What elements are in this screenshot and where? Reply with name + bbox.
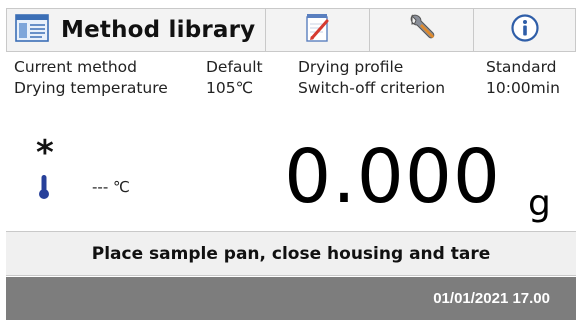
edit-method-button[interactable] [265,9,369,51]
drying-temperature-value: 105℃ [206,79,253,97]
instruction-text: Place sample pan, close housing and tare [91,243,491,264]
info-button[interactable] [473,9,575,51]
drying-profile-value: Standard [486,58,557,76]
header-bar: Method library [6,8,576,52]
wrench-icon [406,12,438,48]
info-row-2: Drying temperature 105℃ Switch-off crite… [14,79,574,100]
notepad-edit-icon [305,13,331,47]
switch-off-criterion-value: 10:00min [486,79,560,97]
method-library-icon [15,14,49,46]
method-info-panel: Current method Default Drying profile St… [14,58,574,100]
drying-profile-label: Drying profile [298,58,404,76]
status-bar: 01/01/2021 17.00 [6,277,576,320]
stability-indicator: * [36,133,54,173]
settings-button[interactable] [369,9,473,51]
current-method-label: Current method [14,58,138,76]
page-title: Method library [61,17,256,43]
date-time: 01/01/2021 17.00 [433,290,550,307]
current-method-value: Default [206,58,263,76]
balance-screen: Method library Current method Default Dr… [0,0,583,326]
switch-off-criterion-label: Switch-off criterion [298,79,446,97]
instruction-bar: Place sample pan, close housing and tare [6,231,576,276]
info-icon [510,13,540,47]
thermometer-icon [38,174,50,204]
title-area: Method library [7,9,265,51]
info-row-1: Current method Default Drying profile St… [14,58,574,79]
weight-display: 0.000 [284,134,501,220]
temperature-reading: --- ℃ [92,178,130,196]
weight-unit: g [528,183,551,224]
drying-temperature-label: Drying temperature [14,79,168,97]
